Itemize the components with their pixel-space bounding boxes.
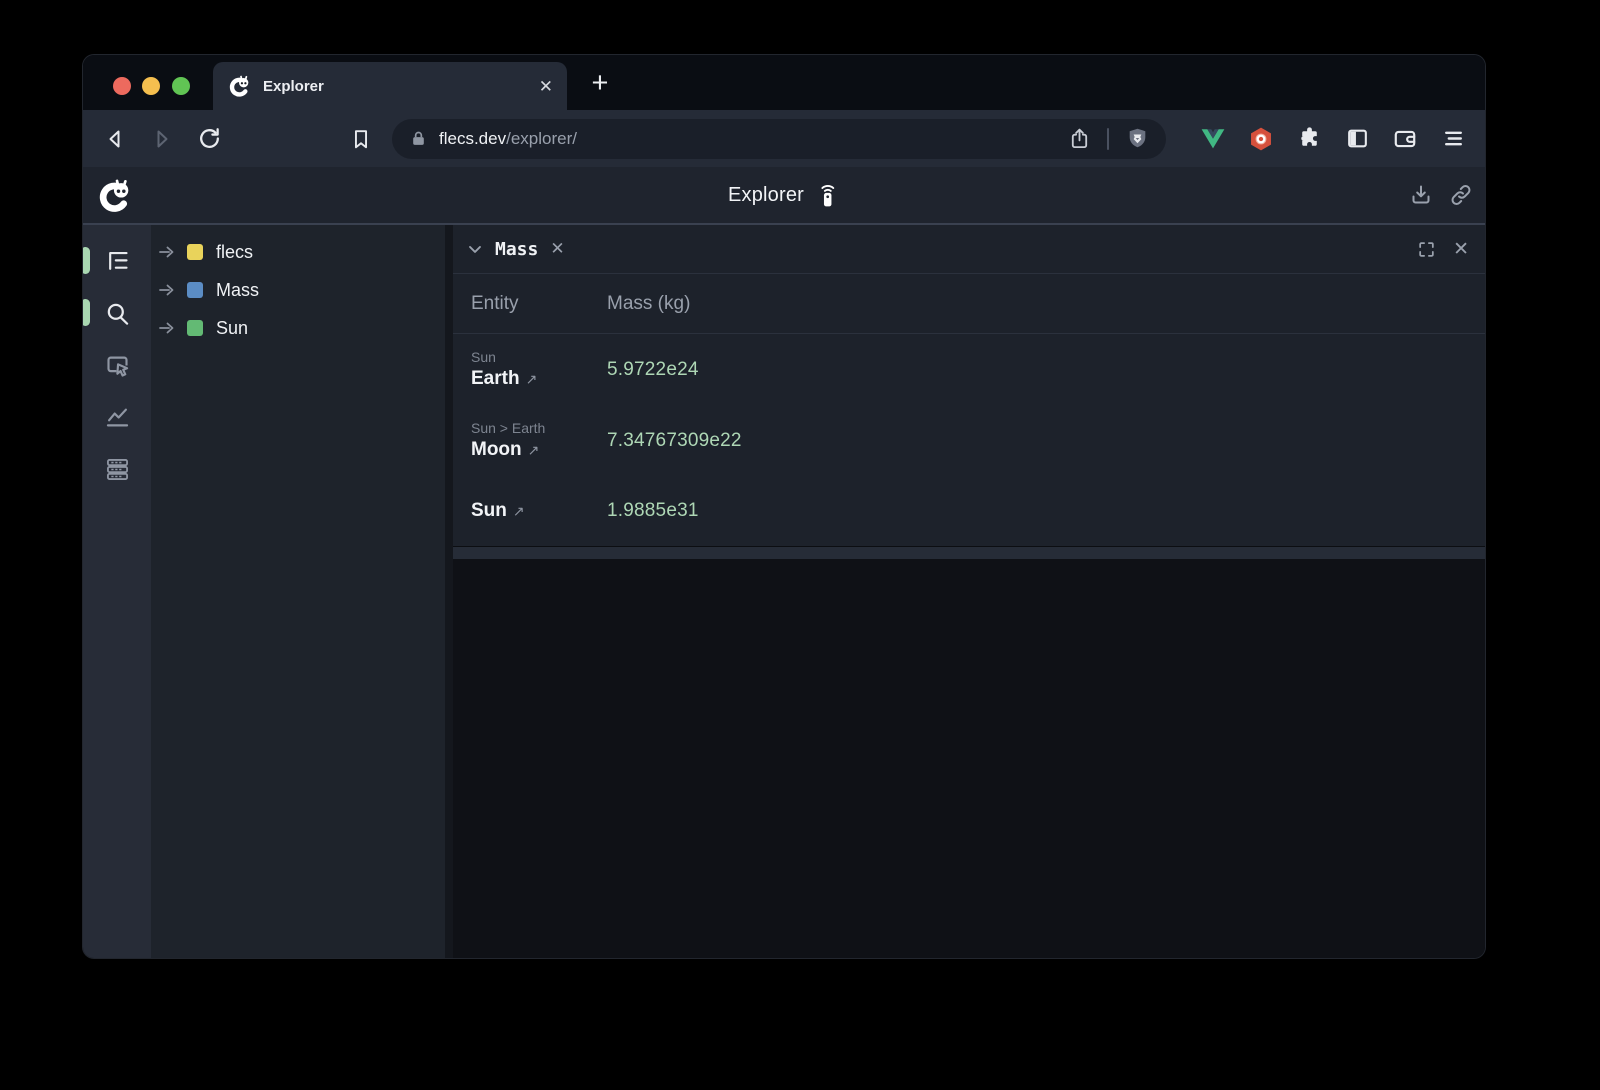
bookmark-icon[interactable] (347, 125, 375, 153)
browser-window: Explorer ✕ + flecs.dev/explorer/ (83, 55, 1485, 958)
extensions-puzzle-icon[interactable] (1295, 125, 1323, 153)
menu-hamburger-icon[interactable] (1439, 125, 1467, 153)
expand-arrow-icon[interactable] (158, 246, 178, 258)
close-window-button[interactable] (113, 77, 131, 95)
mass-value: 7.34767309e22 (607, 430, 742, 452)
new-tab-button[interactable]: + (583, 65, 617, 101)
query-tab-label[interactable]: Mass (495, 239, 538, 260)
search-icon (104, 300, 131, 327)
expand-arrow-icon[interactable] (158, 322, 178, 334)
remote-connection-icon[interactable] (815, 182, 840, 209)
brave-shield-icon[interactable] (1125, 126, 1150, 151)
app-title-block: Explorer (83, 182, 1485, 209)
mass-value: 1.9885e31 (607, 500, 699, 522)
zoom-window-button[interactable] (172, 77, 190, 95)
sidebar-active-indicator (83, 299, 90, 326)
entity-parent-path: Sun (471, 348, 607, 366)
open-entity-icon[interactable]: ↗ (526, 371, 538, 387)
query-results-panel: Mass ✕ ✕ Entity Mass (kg) Sun (453, 225, 1485, 546)
url-path: /explorer/ (506, 129, 577, 148)
table-row[interactable]: Sun↗ 1.9885e31 (453, 476, 1485, 546)
horizontal-resize-handle[interactable] (453, 546, 1485, 559)
open-entity-icon[interactable]: ↗ (513, 503, 525, 519)
url-bar[interactable]: flecs.dev/explorer/ (392, 119, 1166, 159)
query-tab-header: Mass ✕ ✕ (453, 225, 1485, 274)
open-entity-icon[interactable]: ↗ (528, 442, 540, 458)
panel-divider[interactable] (445, 225, 453, 958)
tab-strip: Explorer ✕ + (83, 55, 1485, 110)
sidebar-item-chart[interactable] (83, 391, 151, 443)
entity-cell: Sun↗ (471, 498, 607, 524)
entity-link[interactable]: Earth↗ (471, 366, 607, 392)
table-row[interactable]: Sun Earth↗ 5.9722e24 (453, 334, 1485, 406)
module-color-swatch (187, 244, 203, 260)
sidebar-item-tree-view[interactable] (83, 235, 151, 287)
mass-value: 5.9722e24 (607, 359, 699, 381)
tree-item-flecs[interactable]: flecs (151, 233, 445, 271)
divider (1107, 128, 1109, 150)
query-panel-close-button[interactable]: ✕ (1453, 238, 1469, 261)
tab-title: Explorer (263, 78, 539, 95)
forward-button[interactable] (148, 125, 176, 153)
app-header: Explorer (83, 167, 1485, 225)
table-row[interactable]: Sun > Earth Moon↗ 7.34767309e22 (453, 406, 1485, 476)
entity-color-swatch (187, 320, 203, 336)
fullscreen-icon[interactable] (1417, 240, 1436, 259)
wallet-icon[interactable] (1391, 125, 1419, 153)
tree-view-icon (104, 248, 131, 275)
minimize-window-button[interactable] (142, 77, 160, 95)
icon-sidebar (83, 225, 151, 958)
browser-tab-explorer[interactable]: Explorer ✕ (213, 62, 567, 110)
table-header-row: Entity Mass (kg) (453, 274, 1485, 334)
memory-rows-icon (104, 456, 131, 483)
url-text: flecs.dev/explorer/ (439, 129, 577, 149)
column-header-mass: Mass (kg) (607, 293, 690, 315)
extensions-row (1199, 125, 1485, 153)
query-panel-actions: ✕ (1417, 238, 1469, 261)
entity-cell: Sun > Earth Moon↗ (471, 419, 607, 463)
query-tab-close-button[interactable]: ✕ (550, 239, 564, 259)
sidebar-active-indicator (83, 247, 90, 274)
tree-item-sun[interactable]: Sun (151, 309, 445, 347)
inspect-icon (104, 352, 131, 379)
entity-link[interactable]: Sun↗ (471, 498, 607, 524)
sidebar-item-search[interactable] (83, 287, 151, 339)
entity-parent-path: Sun > Earth (471, 419, 607, 437)
url-domain: flecs.dev (439, 129, 506, 148)
entity-tree-panel: flecs Mass Sun (151, 225, 445, 958)
entity-cell: Sun Earth↗ (471, 348, 607, 392)
tree-item-label: Mass (216, 280, 259, 301)
tree-item-label: Sun (216, 318, 248, 339)
chart-icon (104, 404, 131, 431)
back-button[interactable] (101, 125, 129, 153)
empty-canvas-area (453, 559, 1485, 958)
main-panel: Mass ✕ ✕ Entity Mass (kg) Sun (453, 225, 1485, 958)
vue-devtools-icon[interactable] (1199, 125, 1227, 153)
tree-item-mass[interactable]: Mass (151, 271, 445, 309)
sidebar-item-memory-rows[interactable] (83, 443, 151, 495)
page-title: Explorer (728, 184, 804, 207)
chevron-down-icon[interactable] (465, 239, 485, 259)
sidebar-item-inspect[interactable] (83, 339, 151, 391)
tree-item-label: flecs (216, 242, 253, 263)
sidebar-panel-icon[interactable] (1343, 125, 1371, 153)
flecs-favicon (228, 74, 252, 98)
content-area: flecs Mass Sun (83, 225, 1485, 958)
navigation-bar: flecs.dev/explorer/ (83, 110, 1485, 167)
entity-link[interactable]: Moon↗ (471, 437, 607, 463)
column-header-entity: Entity (471, 293, 607, 315)
lock-icon (410, 130, 427, 147)
expand-arrow-icon[interactable] (158, 284, 178, 296)
reload-button[interactable] (195, 125, 223, 153)
tab-close-button[interactable]: ✕ (539, 78, 553, 95)
component-color-swatch (187, 282, 203, 298)
share-icon[interactable] (1068, 127, 1091, 150)
hexagon-extension-icon[interactable] (1247, 125, 1275, 153)
